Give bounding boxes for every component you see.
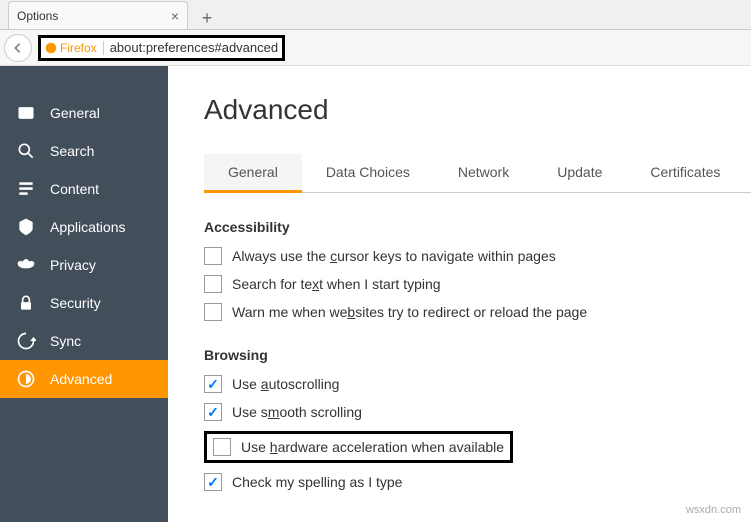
section-accessibility-title: Accessibility xyxy=(204,219,751,235)
search-icon xyxy=(16,141,36,161)
opt-cursor-keys: Always use the cursor keys to navigate w… xyxy=(204,247,751,265)
section-browsing-title: Browsing xyxy=(204,347,751,363)
close-icon[interactable]: × xyxy=(171,8,179,24)
sidebar-label: Applications xyxy=(50,219,126,235)
tab-certificates[interactable]: Certificates xyxy=(626,154,744,192)
opt-smooth-scroll: Use smooth scrolling xyxy=(204,403,751,421)
sidebar-label: Content xyxy=(50,181,99,197)
label-autoscroll[interactable]: Use autoscrolling xyxy=(232,376,339,392)
url-bar[interactable]: Firefox about:preferences#advanced xyxy=(38,35,285,61)
sidebar-label: Privacy xyxy=(50,257,96,273)
sidebar-label: Advanced xyxy=(50,371,112,387)
tab-data-choices[interactable]: Data Choices xyxy=(302,154,434,192)
checkbox-hardware-accel[interactable] xyxy=(213,438,231,456)
sidebar-item-privacy[interactable]: Privacy xyxy=(0,246,168,284)
lock-icon xyxy=(16,293,36,313)
advanced-icon xyxy=(16,369,36,389)
opt-hardware-accel-row: Use hardware acceleration when available xyxy=(204,431,751,463)
sidebar-label: General xyxy=(50,105,100,121)
content-area: General Search Content Applications Priv… xyxy=(0,66,751,522)
general-icon xyxy=(16,103,36,123)
browser-tab[interactable]: Options × xyxy=(8,1,188,29)
sidebar-item-applications[interactable]: Applications xyxy=(0,208,168,246)
category-sidebar: General Search Content Applications Priv… xyxy=(0,66,168,522)
sidebar-item-sync[interactable]: Sync xyxy=(0,322,168,360)
firefox-badge: Firefox xyxy=(45,41,104,55)
tab-strip: Options × + xyxy=(0,0,751,30)
privacy-icon xyxy=(16,255,36,275)
label-spellcheck[interactable]: Check my spelling as I type xyxy=(232,474,402,490)
sidebar-item-general[interactable]: General xyxy=(0,94,168,132)
sidebar-label: Security xyxy=(50,295,101,311)
sidebar-item-search[interactable]: Search xyxy=(0,132,168,170)
page-title: Advanced xyxy=(204,94,751,126)
sidebar-label: Search xyxy=(50,143,94,159)
tab-network[interactable]: Network xyxy=(434,154,533,192)
main-panel: Advanced General Data Choices Network Up… xyxy=(168,66,751,522)
content-icon xyxy=(16,179,36,199)
label-search-text[interactable]: Search for text when I start typing xyxy=(232,276,441,292)
opt-autoscroll: Use autoscrolling xyxy=(204,375,751,393)
badge-label: Firefox xyxy=(60,41,97,55)
checkbox-spellcheck[interactable] xyxy=(204,473,222,491)
tab-general[interactable]: General xyxy=(204,154,302,193)
label-smooth-scroll[interactable]: Use smooth scrolling xyxy=(232,404,362,420)
sync-icon xyxy=(16,331,36,351)
checkbox-autoscroll[interactable] xyxy=(204,375,222,393)
sidebar-item-security[interactable]: Security xyxy=(0,284,168,322)
label-hardware-accel[interactable]: Use hardware acceleration when available xyxy=(241,439,504,455)
url-text: about:preferences#advanced xyxy=(110,40,278,55)
tab-update[interactable]: Update xyxy=(533,154,626,192)
label-warn-redirect[interactable]: Warn me when websites try to redirect or… xyxy=(232,304,587,320)
new-tab-button[interactable]: + xyxy=(194,7,220,29)
sidebar-item-advanced[interactable]: Advanced xyxy=(0,360,168,398)
checkbox-search-text[interactable] xyxy=(204,275,222,293)
watermark: wsxdn.com xyxy=(686,504,741,516)
label-cursor-keys[interactable]: Always use the cursor keys to navigate w… xyxy=(232,248,556,264)
tab-title: Options xyxy=(17,9,58,23)
opt-search-text: Search for text when I start typing xyxy=(204,275,751,293)
sidebar-item-content[interactable]: Content xyxy=(0,170,168,208)
firefox-icon xyxy=(45,42,57,54)
back-button[interactable] xyxy=(4,34,32,62)
checkbox-cursor-keys[interactable] xyxy=(204,247,222,265)
opt-spellcheck: Check my spelling as I type xyxy=(204,473,751,491)
checkbox-smooth-scroll[interactable] xyxy=(204,403,222,421)
sidebar-label: Sync xyxy=(50,333,81,349)
subtab-bar: General Data Choices Network Update Cert… xyxy=(204,154,751,193)
opt-warn-redirect: Warn me when websites try to redirect or… xyxy=(204,303,751,321)
applications-icon xyxy=(16,217,36,237)
navigation-toolbar: Firefox about:preferences#advanced xyxy=(0,30,751,66)
checkbox-warn-redirect[interactable] xyxy=(204,303,222,321)
